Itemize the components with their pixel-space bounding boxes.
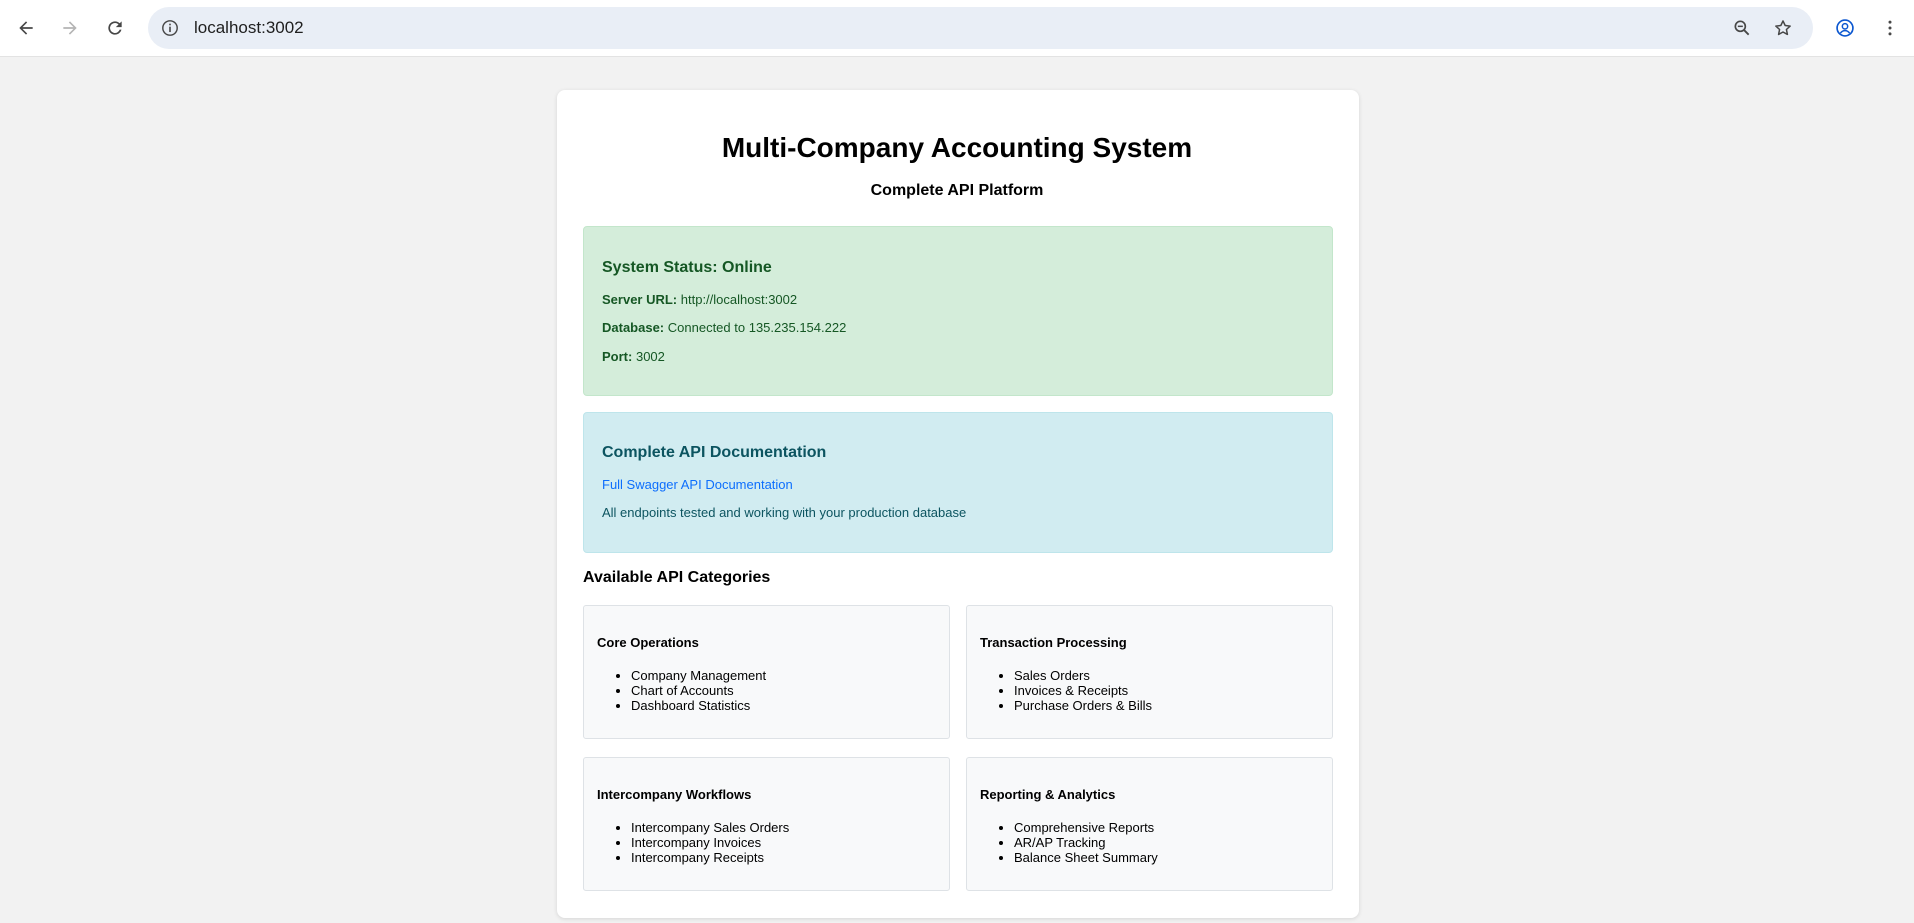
list-item: Intercompany Sales Orders xyxy=(631,820,789,835)
database-label: Database: xyxy=(602,320,665,335)
docs-note: All endpoints tested and working with yo… xyxy=(602,505,967,520)
docs-heading: Complete API Documentation xyxy=(602,444,827,461)
list-item: Intercompany Receipts xyxy=(631,850,789,865)
zoom-icon[interactable] xyxy=(1731,17,1753,39)
address-bar[interactable]: localhost:3002 xyxy=(148,7,1813,49)
category-title: Reporting & Analytics xyxy=(980,787,1116,802)
server-url-label: Server URL: xyxy=(602,292,678,307)
forward-button[interactable] xyxy=(54,12,86,44)
back-button[interactable] xyxy=(10,12,42,44)
reload-icon xyxy=(108,21,122,35)
arrow-left-icon xyxy=(19,21,33,35)
bookmark-star-icon[interactable] xyxy=(1772,17,1794,39)
category-list: Comprehensive Reports AR/AP Tracking Bal… xyxy=(1014,820,1158,865)
list-item: Dashboard Statistics xyxy=(631,698,766,713)
category-card-core-operations: Core Operations Company Management Chart… xyxy=(583,605,950,739)
list-item: Sales Orders xyxy=(1014,668,1152,683)
system-status-panel: System Status: Online Server URL: http:/… xyxy=(583,226,1333,396)
database-value: Connected to 135.235.154.222 xyxy=(667,320,847,335)
category-card-transaction-processing: Transaction Processing Sales Orders Invo… xyxy=(966,605,1333,739)
api-docs-panel: Complete API Documentation Full Swagger … xyxy=(583,412,1333,553)
list-item: Purchase Orders & Bills xyxy=(1014,698,1152,713)
list-item: Company Management xyxy=(631,668,766,683)
list-item: Balance Sheet Summary xyxy=(1014,850,1158,865)
kebab-menu-icon xyxy=(1888,20,1892,36)
browser-toolbar: localhost:3002 xyxy=(0,0,1914,57)
reload-button[interactable] xyxy=(99,12,131,44)
list-item: Invoices & Receipts xyxy=(1014,683,1152,698)
category-title: Core Operations xyxy=(597,635,699,650)
page-subtitle: Complete API Platform xyxy=(870,182,1044,199)
account-circle-icon xyxy=(1836,19,1854,37)
list-item: Chart of Accounts xyxy=(631,683,766,698)
page-title: Multi-Company Accounting System xyxy=(721,132,1193,163)
swagger-docs-link[interactable]: Full Swagger API Documentation xyxy=(602,477,793,492)
status-heading: System Status: Online xyxy=(602,259,772,276)
list-item: Intercompany Invoices xyxy=(631,835,789,850)
port-label: Port: xyxy=(602,349,633,364)
category-card-intercompany-workflows: Intercompany Workflows Intercompany Sale… xyxy=(583,757,950,891)
port-value: 3002 xyxy=(635,349,665,364)
site-info-icon[interactable] xyxy=(160,18,180,38)
list-item: AR/AP Tracking xyxy=(1014,835,1158,850)
server-url-row: Server URL: http://localhost:3002 xyxy=(602,292,797,308)
server-url-value: http://localhost:3002 xyxy=(680,292,798,307)
category-list: Intercompany Sales Orders Intercompany I… xyxy=(631,820,789,865)
arrow-right-icon xyxy=(63,21,77,35)
url-text[interactable]: localhost:3002 xyxy=(194,18,304,38)
categories-heading: Available API Categories xyxy=(583,569,771,586)
category-list: Sales Orders Invoices & Receipts Purchas… xyxy=(1014,668,1152,713)
port-row: Port: 3002 xyxy=(602,349,665,365)
category-title: Intercompany Workflows xyxy=(597,787,752,802)
category-list: Company Management Chart of Accounts Das… xyxy=(631,668,766,713)
menu-button[interactable] xyxy=(1874,12,1906,44)
profile-button[interactable] xyxy=(1829,12,1861,44)
database-row: Database: Connected to 135.235.154.222 xyxy=(602,320,846,336)
list-item: Comprehensive Reports xyxy=(1014,820,1158,835)
category-card-reporting-analytics: Reporting & Analytics Comprehensive Repo… xyxy=(966,757,1333,891)
category-title: Transaction Processing xyxy=(980,635,1127,650)
